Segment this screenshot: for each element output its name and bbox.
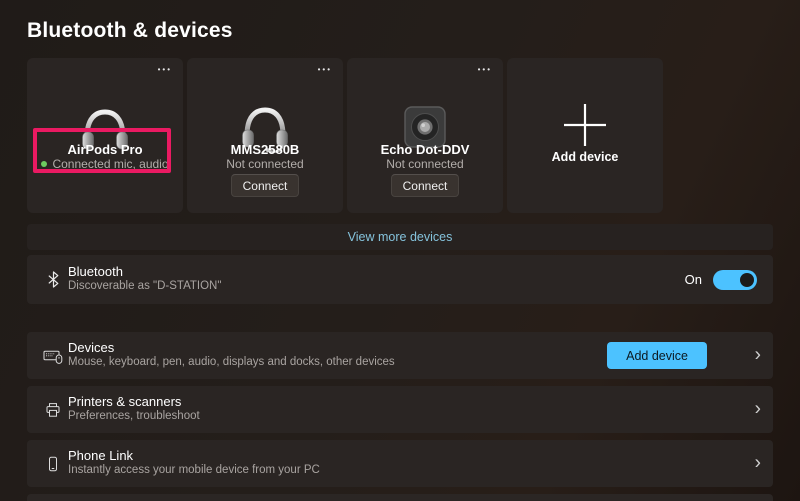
add-device-button[interactable]: Add device (607, 342, 707, 369)
devices-title: Devices (68, 340, 114, 355)
bluetooth-toggle[interactable] (713, 270, 757, 290)
printers-subtitle: Preferences, troubleshoot (68, 410, 200, 422)
chevron-right-icon[interactable]: › (755, 345, 761, 364)
device-card-headset[interactable]: ••• MMS2580B Not connected Connect (187, 58, 343, 213)
devices-subtitle: Mouse, keyboard, pen, audio, displays an… (68, 356, 395, 368)
page-title: Bluetooth & devices (27, 19, 233, 43)
bluetooth-row[interactable]: Bluetooth Discoverable as "D-STATION" On (27, 255, 773, 304)
device-status: Connected mic, audio (27, 157, 183, 171)
speaker-icon (347, 58, 503, 154)
chevron-right-icon[interactable]: › (755, 399, 761, 418)
headphones-icon (27, 58, 183, 154)
headset-icon (187, 58, 343, 154)
toggle-state-label: On (685, 272, 702, 287)
printers-row[interactable]: Printers & scanners Preferences, trouble… (27, 386, 773, 433)
connect-button[interactable]: Connect (391, 174, 459, 197)
add-device-card[interactable]: Add device (507, 58, 663, 213)
bluetooth-subtitle: Discoverable as "D-STATION" (68, 280, 221, 292)
device-status: Not connected (187, 157, 343, 171)
phone-link-title: Phone Link (68, 448, 133, 463)
device-name: MMS2580B (187, 142, 343, 157)
connected-dot-icon (41, 161, 47, 167)
phone-link-subtitle: Instantly access your mobile device from… (68, 464, 320, 476)
bluetooth-title: Bluetooth (68, 264, 123, 279)
partial-next-row[interactable] (27, 494, 773, 501)
printers-title: Printers & scanners (68, 394, 181, 409)
phone-icon (42, 440, 64, 487)
device-status: Not connected (347, 157, 503, 171)
device-name: AirPods Pro (27, 142, 183, 157)
view-more-devices-link[interactable]: View more devices (27, 224, 773, 250)
device-name: Echo Dot-DDV (347, 142, 503, 157)
printer-icon (42, 386, 64, 433)
add-device-label: Add device (507, 150, 663, 164)
keyboard-mouse-icon (42, 332, 64, 379)
device-card-speaker[interactable]: ••• Echo Dot-DDV Not connected Connect (347, 58, 503, 213)
device-card-airpods[interactable]: ••• AirPods Pro Connected mic, audio (27, 58, 183, 213)
phone-link-row[interactable]: Phone Link Instantly access your mobile … (27, 440, 773, 487)
chevron-right-icon[interactable]: › (755, 453, 761, 472)
toggle-knob (740, 273, 754, 287)
bluetooth-icon (42, 255, 64, 304)
devices-row[interactable]: Devices Mouse, keyboard, pen, audio, dis… (27, 332, 773, 379)
connect-button[interactable]: Connect (231, 174, 299, 197)
